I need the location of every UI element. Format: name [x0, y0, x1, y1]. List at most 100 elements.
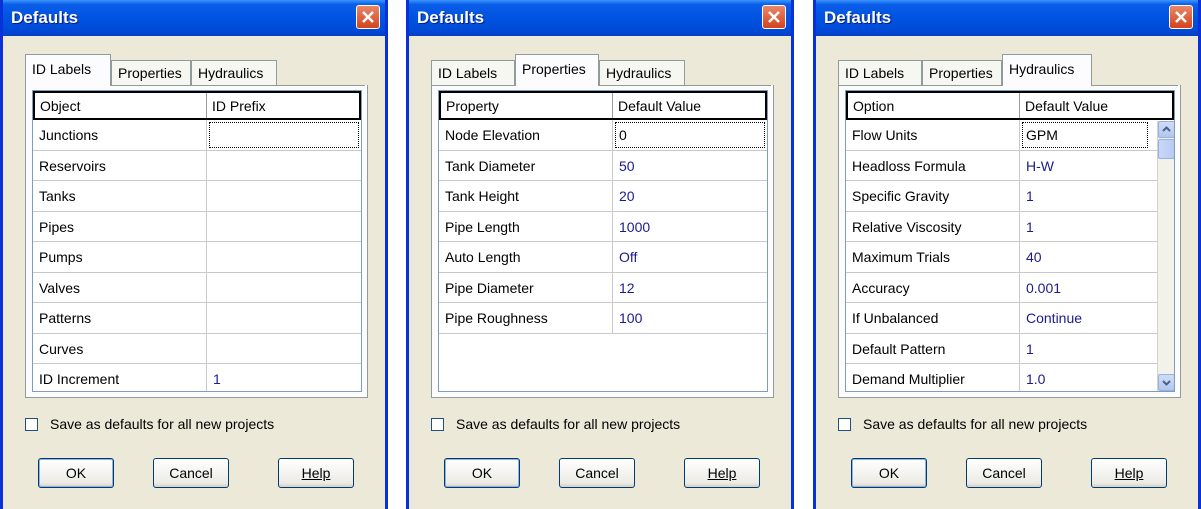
row-value-input[interactable]: 100: [613, 303, 767, 333]
row-value-input[interactable]: 1: [1020, 334, 1150, 364]
table-row[interactable]: Maximum Trials 40: [846, 242, 1174, 273]
save-defaults-option[interactable]: Save as defaults for all new projects: [838, 416, 1087, 432]
row-value-input[interactable]: Continue: [1020, 303, 1150, 333]
row-value-input[interactable]: 1: [207, 364, 361, 391]
row-value-input[interactable]: 1.0: [1020, 364, 1150, 391]
table-row[interactable]: If Unbalanced Continue: [846, 303, 1174, 334]
checkbox-icon[interactable]: [431, 417, 444, 431]
table-row[interactable]: Pipe Diameter 12: [439, 272, 767, 303]
table-row[interactable]: Reservoirs: [33, 150, 361, 181]
tab-id-labels[interactable]: ID Labels: [838, 60, 922, 86]
grid-header: Object ID Prefix: [33, 91, 361, 120]
scroll-thumb[interactable]: [1158, 139, 1174, 159]
checkbox-icon[interactable]: [25, 417, 38, 431]
help-button[interactable]: Help: [278, 458, 354, 488]
cancel-button[interactable]: Cancel: [966, 458, 1042, 488]
ok-button[interactable]: OK: [38, 458, 114, 488]
help-button[interactable]: Help: [1091, 458, 1167, 488]
vertical-scrollbar[interactable]: [1157, 121, 1174, 391]
tab-id-labels[interactable]: ID Labels: [431, 60, 515, 86]
checkbox-icon[interactable]: [838, 417, 851, 431]
row-value-input[interactable]: 40: [1020, 242, 1150, 272]
tab-panel: Object ID Prefix Junctions Reservoirs Ta…: [25, 85, 368, 398]
row-label: Node Elevation: [439, 120, 613, 150]
row-value-input[interactable]: 0: [613, 120, 767, 150]
save-defaults-label: Save as defaults for all new projects: [50, 416, 275, 432]
row-value-input[interactable]: [207, 334, 361, 364]
row-value-input[interactable]: GPM: [1020, 120, 1150, 150]
row-label: Demand Multiplier: [846, 364, 1020, 391]
tab-panel: Property Default Value Node Elevation 0 T…: [431, 85, 774, 398]
cancel-button[interactable]: Cancel: [153, 458, 229, 488]
save-defaults-option[interactable]: Save as defaults for all new projects: [431, 416, 680, 432]
table-row[interactable]: Valves: [33, 272, 361, 303]
row-value-input[interactable]: Off: [613, 242, 767, 272]
table-row[interactable]: Curves: [33, 333, 361, 364]
table-row[interactable]: Pumps: [33, 242, 361, 273]
table-row[interactable]: Node Elevation 0: [439, 120, 767, 151]
table-row[interactable]: Tanks: [33, 181, 361, 212]
table-row[interactable]: Patterns: [33, 303, 361, 334]
table-row[interactable]: Demand Multiplier 1.0: [846, 364, 1174, 391]
tab-hydraulics[interactable]: Hydraulics: [1002, 54, 1092, 86]
table-row[interactable]: Relative Viscosity 1: [846, 211, 1174, 242]
row-value-input[interactable]: [207, 242, 361, 272]
table-row[interactable]: Headloss Formula H-W: [846, 150, 1174, 181]
close-button[interactable]: [762, 5, 786, 29]
save-defaults-option[interactable]: Save as defaults for all new projects: [25, 416, 274, 432]
grid-header: Property Default Value: [439, 91, 767, 120]
table-row[interactable]: Specific Gravity 1: [846, 181, 1174, 212]
tab-id-labels[interactable]: ID Labels: [25, 54, 111, 86]
row-value-input[interactable]: [207, 303, 361, 333]
row-value-input[interactable]: [207, 151, 361, 181]
title-bar: Defaults: [409, 0, 791, 36]
row-value-input[interactable]: [207, 212, 361, 242]
table-row[interactable]: Flow Units GPM: [846, 120, 1174, 151]
row-label: Patterns: [33, 303, 207, 333]
row-value-input[interactable]: 1: [1020, 212, 1150, 242]
table-row[interactable]: Pipe Length 1000: [439, 211, 767, 242]
close-button[interactable]: [356, 5, 380, 29]
row-label: Default Pattern: [846, 333, 1020, 363]
table-row[interactable]: Default Pattern 1: [846, 333, 1174, 364]
row-value-input[interactable]: 12: [613, 273, 767, 303]
help-label: Help: [1114, 465, 1144, 481]
close-button[interactable]: [1169, 5, 1193, 29]
tab-properties[interactable]: Properties: [922, 60, 1002, 86]
row-value-input[interactable]: H-W: [1020, 151, 1150, 181]
window-title: Defaults: [824, 8, 892, 27]
tab-properties[interactable]: Properties: [515, 54, 599, 86]
tab-panel: Option Default Value Flow Units GPM Headl…: [838, 85, 1181, 398]
tab-hydraulics[interactable]: Hydraulics: [599, 60, 685, 86]
window-title: Defaults: [11, 8, 79, 27]
table-row[interactable]: Tank Height 20: [439, 181, 767, 212]
table-row[interactable]: Junctions: [33, 120, 361, 151]
row-label: Pipe Roughness: [439, 303, 613, 333]
row-value-input[interactable]: [207, 273, 361, 303]
save-defaults-label: Save as defaults for all new projects: [863, 416, 1088, 432]
ok-button[interactable]: OK: [444, 458, 520, 488]
scroll-up-button[interactable]: [1158, 121, 1174, 138]
scroll-down-button[interactable]: [1158, 374, 1174, 391]
table-row[interactable]: Accuracy 0.001: [846, 272, 1174, 303]
help-button[interactable]: Help: [684, 458, 760, 488]
property-grid: Object ID Prefix Junctions Reservoirs Ta…: [32, 90, 362, 392]
row-value-input[interactable]: [207, 181, 361, 211]
row-value-input[interactable]: 1: [1020, 181, 1150, 211]
ok-button[interactable]: OK: [851, 458, 927, 488]
table-row[interactable]: ID Increment 1: [33, 364, 361, 391]
row-value-input[interactable]: 20: [613, 181, 767, 211]
tab-hydraulics[interactable]: Hydraulics: [191, 60, 277, 86]
table-row[interactable]: Pipes: [33, 211, 361, 242]
row-value-input[interactable]: 50: [613, 151, 767, 181]
table-row[interactable]: Pipe Roughness 100: [439, 303, 767, 334]
row-value-input[interactable]: 0.001: [1020, 273, 1150, 303]
cancel-button[interactable]: Cancel: [559, 458, 635, 488]
table-row[interactable]: Tank Diameter 50: [439, 150, 767, 181]
row-value-input[interactable]: 1000: [613, 212, 767, 242]
property-grid: Option Default Value Flow Units GPM Headl…: [845, 90, 1175, 392]
row-value-input[interactable]: [207, 120, 361, 150]
table-row[interactable]: Auto Length Off: [439, 242, 767, 273]
title-bar: Defaults: [816, 0, 1198, 36]
tab-properties[interactable]: Properties: [111, 60, 191, 86]
